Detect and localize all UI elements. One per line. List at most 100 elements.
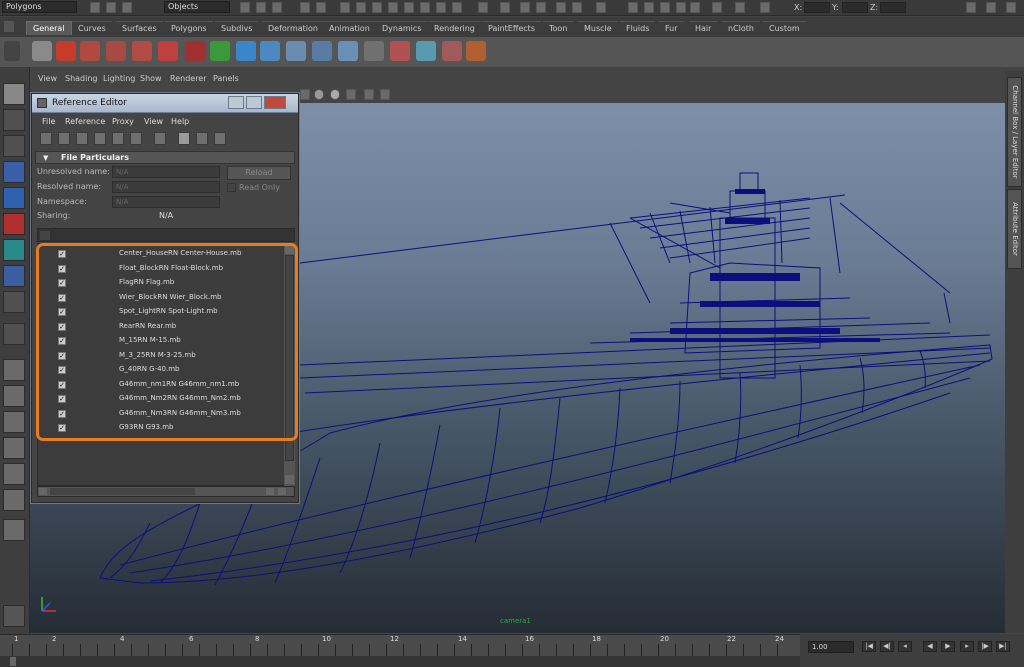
mask-joints-icon[interactable] — [356, 2, 366, 13]
maximize-button[interactable] — [246, 96, 262, 109]
horizontal-scrollbar[interactable] — [37, 486, 295, 497]
scroll-down-arrow-icon[interactable] — [285, 475, 294, 484]
viewport-menu-item[interactable]: Show — [140, 74, 162, 83]
field-mode-icon[interactable] — [735, 2, 745, 13]
select-component-icon[interactable] — [272, 2, 282, 13]
shelf-tab[interactable]: Fur — [659, 21, 684, 35]
shelf-tool-icon[interactable] — [210, 41, 230, 61]
mask-handles-icon[interactable] — [340, 2, 350, 13]
shelf-tool-icon[interactable] — [442, 41, 462, 61]
menu-reference[interactable]: Reference — [65, 117, 105, 126]
y-field[interactable] — [842, 2, 868, 13]
transform-field-toggle-icon[interactable] — [712, 2, 722, 13]
close-button[interactable] — [264, 96, 286, 109]
render-frame-icon[interactable] — [644, 2, 654, 13]
rotate-tool-icon[interactable] — [3, 187, 25, 209]
snap-view-plane-icon[interactable] — [520, 2, 530, 13]
import-reference-icon[interactable] — [130, 132, 142, 145]
reference-editor-titlebar[interactable]: Reference Editor — [32, 94, 298, 113]
move-tool-icon[interactable] — [3, 161, 25, 183]
go-to-end-button[interactable]: ▶| — [996, 641, 1010, 652]
viewport-menu-item[interactable]: Lighting — [103, 74, 135, 83]
reload-reference-icon[interactable] — [112, 132, 124, 145]
shelf-tool-icon[interactable] — [158, 41, 178, 61]
play-backward-button[interactable]: ◀ — [923, 641, 937, 652]
mask-dynamics-icon[interactable] — [420, 2, 430, 13]
absolute-transform-icon[interactable] — [760, 2, 770, 13]
shelf-tab[interactable]: Fluids — [620, 21, 656, 35]
persp-outliner-layout-icon[interactable] — [3, 411, 25, 433]
wireframe-icon[interactable] — [300, 89, 310, 100]
persp-graph-hypergraph-layout-icon[interactable] — [3, 489, 25, 511]
channel-box-tab[interactable]: Channel Box / Layer Editor — [1007, 77, 1022, 187]
mask-curves-icon[interactable] — [372, 2, 382, 13]
open-scene-icon[interactable] — [106, 2, 116, 13]
resolved-name-field[interactable]: N/A — [112, 181, 220, 193]
list-view-icon[interactable] — [178, 132, 190, 145]
mask-rendering-icon[interactable] — [436, 2, 446, 13]
camera-settings-icon[interactable] — [380, 89, 390, 100]
range-slider[interactable] — [0, 656, 800, 667]
step-back-key-button[interactable]: ◀| — [880, 641, 894, 652]
shelf-tool-icon[interactable] — [312, 41, 332, 61]
last-tool-icon[interactable] — [3, 323, 25, 345]
shelf-tool-icon[interactable] — [260, 41, 280, 61]
menu-view[interactable]: View — [144, 117, 163, 126]
unload-reference-icon[interactable] — [94, 132, 106, 145]
select-hierarchy-icon[interactable] — [240, 2, 250, 13]
snap-point-icon[interactable] — [500, 2, 510, 13]
time-slider[interactable]: 1 2 4 6 8 10 12 14 16 18 20 22 24 — [0, 634, 800, 656]
selection-mask-menu[interactable]: Objects — [164, 1, 230, 13]
shelf-tab[interactable]: Subdivs — [215, 21, 259, 35]
step-forward-key-button[interactable]: |▶ — [978, 641, 992, 652]
play-forward-button[interactable]: ▶ — [941, 641, 955, 652]
viewport-menu-item[interactable]: Panels — [213, 74, 239, 83]
film-reel-icon[interactable] — [32, 41, 52, 61]
hypershade-layout-icon[interactable] — [3, 463, 25, 485]
load-reference-icon[interactable] — [76, 132, 88, 145]
soft-mod-tool-icon[interactable] — [3, 265, 25, 287]
viewport-menu-item[interactable]: Shading — [65, 74, 98, 83]
step-back-frame-button[interactable]: ◂ — [898, 641, 912, 652]
mode-menu[interactable]: Polygons — [2, 1, 77, 13]
show-channel-box-icon[interactable] — [1006, 2, 1016, 13]
shelf-tool-icon[interactable] — [364, 41, 384, 61]
read-only-box[interactable] — [227, 183, 236, 192]
x-field[interactable] — [804, 2, 830, 13]
save-scene-icon[interactable] — [122, 2, 132, 13]
file-particulars-header[interactable]: ▼ File Particulars — [35, 151, 295, 164]
render-view-icon[interactable] — [628, 2, 638, 13]
menu-help[interactable]: Help — [171, 117, 189, 126]
paint-select-tool-icon[interactable] — [3, 135, 25, 157]
output-ops-icon[interactable] — [572, 2, 582, 13]
filter-field[interactable] — [37, 228, 295, 242]
create-reference-icon[interactable] — [40, 132, 52, 145]
mask-misc-icon[interactable] — [452, 2, 462, 13]
tree-view-icon[interactable] — [196, 132, 208, 145]
remove-reference-icon[interactable] — [58, 132, 70, 145]
mel-icon[interactable] — [3, 605, 25, 627]
shelf-tool-icon[interactable] — [236, 41, 256, 61]
go-to-start-button[interactable]: |◀ — [862, 641, 876, 652]
render-settings-icon[interactable] — [676, 2, 686, 13]
new-scene-icon[interactable] — [90, 2, 100, 13]
current-frame-field[interactable]: 1.00 — [808, 641, 854, 653]
scale-tool-icon[interactable] — [3, 213, 25, 235]
four-view-layout-icon[interactable] — [3, 385, 25, 407]
scroll-right-end-arrow-icon[interactable] — [278, 488, 286, 495]
shelf-tab[interactable]: Toon — [543, 21, 574, 35]
z-field[interactable] — [880, 2, 906, 13]
help-icon[interactable] — [56, 41, 76, 61]
lasso-tool-icon[interactable] — [3, 109, 25, 131]
ipr-render-icon[interactable] — [660, 2, 670, 13]
unresolved-name-field[interactable]: N/A — [112, 166, 220, 178]
select-object-icon[interactable] — [256, 2, 266, 13]
make-live-icon[interactable] — [536, 2, 546, 13]
mask-deformations-icon[interactable] — [404, 2, 414, 13]
select-tool-icon[interactable] — [3, 83, 25, 105]
shelf-tool-icon[interactable] — [338, 41, 358, 61]
shelf-tab[interactable]: Curves — [72, 21, 112, 35]
namespace-field[interactable]: N/A — [112, 196, 220, 208]
shelf-options-icon[interactable] — [4, 21, 14, 32]
shelf-tool-icon[interactable] — [80, 41, 100, 61]
